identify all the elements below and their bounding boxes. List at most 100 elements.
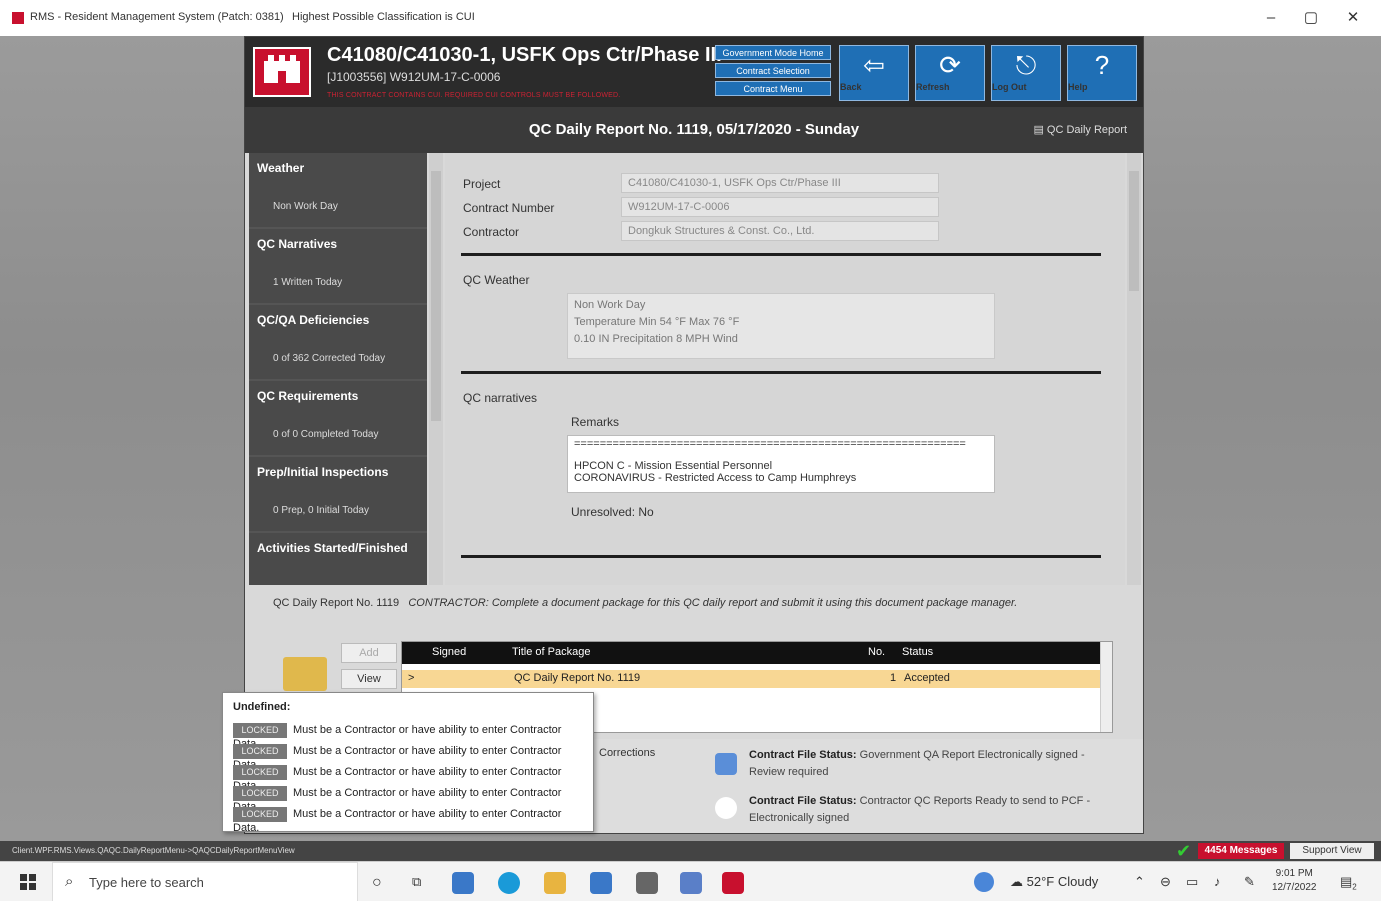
column-title: Title of Package — [512, 646, 591, 658]
mail-icon[interactable] — [452, 872, 474, 894]
cortana-icon[interactable]: ○ — [372, 874, 382, 892]
locked-row: LOCKED Must be a Contractor or have abili… — [233, 723, 589, 750]
messages-button[interactable]: 4454 Messages — [1198, 843, 1284, 859]
pen-icon[interactable]: ✎ — [1244, 874, 1255, 890]
project-label: Project — [463, 177, 501, 191]
sidebar-item-prep-initial-inspections[interactable]: Prep/Initial Inspections 0 Prep, 0 Initi… — [249, 457, 427, 533]
logout-icon: ⎋ — [1015, 50, 1037, 80]
contract-subtitle: [J1003556] W912UM-17-C-0006 — [327, 70, 501, 84]
search-placeholder: Type here to search — [89, 875, 204, 890]
add-button[interactable]: Add — [341, 643, 397, 663]
status-label: Contract File Status: — [749, 749, 857, 761]
cell-no: 1 — [890, 672, 897, 684]
view-button[interactable]: View — [341, 669, 397, 689]
document-stack-icon — [715, 753, 737, 775]
notification-icon[interactable]: ▤2 — [1340, 874, 1357, 892]
windows-start-icon[interactable] — [20, 874, 36, 890]
grid-scrollbar[interactable] — [1100, 642, 1112, 732]
rms-taskbar-icon[interactable] — [722, 872, 744, 894]
report-subheader: QC Daily Report No. 1119, 05/17/2020 - S… — [245, 107, 1143, 153]
column-status: Status — [902, 646, 934, 658]
help-button[interactable]: ? Help — [1067, 45, 1137, 101]
rms-app-icon — [12, 12, 24, 24]
sidebar-item-qc-requirements[interactable]: QC Requirements 0 of 0 Completed Today — [249, 381, 427, 457]
minimize-button[interactable]: – — [1256, 6, 1286, 30]
back-button[interactable]: ⇦ Back — [839, 45, 909, 101]
support-view-button[interactable]: Support View — [1290, 843, 1374, 859]
os-titlebar: RMS - Resident Management System (Patch:… — [0, 0, 1381, 36]
refresh-icon: ⟳ — [939, 50, 961, 80]
contract-selection-button[interactable]: Contract Selection — [715, 63, 831, 78]
sidebar-item-sub: 0 of 0 Completed Today — [273, 429, 379, 440]
task-view-icon[interactable]: ⧉ — [412, 874, 421, 890]
edge-icon[interactable] — [498, 872, 520, 894]
government-mode-home-button[interactable]: Government Mode Home — [715, 45, 831, 60]
locked-row: LOCKED Must be a Contractor or have abili… — [233, 744, 589, 771]
sidebar-item-title: Activities Started/Finished — [257, 541, 408, 555]
maximize-button[interactable]: ▢ — [1296, 6, 1326, 30]
notification-count: 2 — [1352, 882, 1357, 892]
contract-number-field[interactable]: W912UM-17-C-0006 — [621, 197, 939, 217]
project-field[interactable]: C41080/C41030-1, USFK Ops Ctr/Phase III — [621, 173, 939, 193]
sidebar-item-title: Weather — [257, 161, 305, 175]
sidebar-item-title: QC/QA Deficiencies — [257, 313, 370, 327]
sidebar-scrollbar[interactable] — [429, 153, 443, 585]
report-number-label: QC Daily Report No. 1119 — [273, 597, 400, 609]
corrections-link[interactable]: Corrections — [599, 747, 655, 759]
logout-button[interactable]: ⎋ Log Out — [991, 45, 1061, 101]
clock[interactable]: 9:01 PM 12/7/2022 — [1272, 867, 1317, 895]
sidebar-item-activities[interactable]: Activities Started/Finished — [249, 533, 427, 585]
sidebar-item-title: QC Narratives — [257, 237, 338, 251]
taskbar-search[interactable]: ⌕ Type here to search — [52, 862, 358, 901]
table-row[interactable]: > QC Daily Report No. 1119 1 Accepted — [402, 670, 1100, 688]
calculator-icon[interactable] — [590, 872, 612, 894]
section-divider — [461, 555, 1101, 558]
app-header: C41080/C41030-1, USFK Ops Ctr/Phase III … — [245, 37, 1143, 107]
sidebar-item-qc-qa-deficiencies[interactable]: QC/QA Deficiencies 0 of 362 Corrected To… — [249, 305, 427, 381]
sidebar-item-title: QC Requirements — [257, 389, 359, 403]
report-content: Project C41080/C41030-1, USFK Ops Ctr/Ph… — [445, 153, 1125, 585]
send-arrow-icon — [715, 797, 737, 819]
tooltip-title: Undefined: — [233, 701, 291, 713]
app-icon[interactable] — [636, 872, 658, 894]
sidebar-item-title: Prep/Initial Inspections — [257, 465, 389, 479]
weather-widget[interactable]: ☁ 52°F Cloudy — [1010, 874, 1098, 890]
help-tray-icon[interactable] — [974, 872, 994, 892]
clock-date: 12/7/2022 — [1272, 882, 1317, 893]
qc-daily-report-link-label: QC Daily Report — [1046, 124, 1127, 136]
logout-label: Log Out — [992, 82, 1027, 92]
volume-icon[interactable]: ♪ — [1214, 874, 1221, 889]
section-divider — [461, 253, 1101, 256]
file-explorer-icon[interactable] — [544, 872, 566, 894]
battery-icon[interactable]: ▭ — [1186, 874, 1198, 890]
sidebar-item-sub: 0 Prep, 0 Initial Today — [273, 505, 369, 516]
pin-app-icon[interactable] — [680, 872, 702, 894]
column-no: No. — [868, 646, 886, 658]
chevron-up-icon[interactable]: ⌃ — [1134, 874, 1145, 890]
contract-menu-button[interactable]: Contract Menu — [715, 81, 831, 96]
locked-badge: LOCKED — [233, 786, 287, 801]
classification-label: Highest Possible Classification is CUI — [292, 11, 475, 23]
sidebar-item-qc-narratives[interactable]: QC Narratives 1 Written Today — [249, 229, 427, 305]
weather-text: 52°F Cloudy — [1026, 874, 1099, 889]
network-icon[interactable]: ⊖ — [1160, 874, 1171, 890]
weather-summary-box: Non Work Day Temperature Min 54 °F Max 7… — [567, 293, 995, 359]
locked-tooltip: Undefined: LOCKED Must be a Contractor or… — [222, 692, 594, 834]
contractor-field[interactable]: Dongkuk Structures & Const. Co., Ltd. — [621, 221, 939, 241]
taskbar: ⌕ Type here to search ○ ⧉ ☁ 52°F Cloudy … — [0, 861, 1381, 901]
refresh-button[interactable]: ⟳ Refresh — [915, 45, 985, 101]
weather-line: Temperature Min 54 °F Max 76 °F — [574, 316, 740, 328]
qc-daily-report-link[interactable]: ▤ QC Daily Report — [1033, 123, 1127, 136]
remarks-line: CORONAVIRUS - Restricted Access to Camp … — [574, 472, 857, 484]
sidebar-item-weather[interactable]: Weather Non Work Day — [249, 153, 427, 229]
row-expander[interactable]: > — [408, 672, 414, 684]
content-scrollbar[interactable] — [1127, 153, 1141, 585]
close-window-button[interactable]: ✕ — [1338, 6, 1368, 30]
sidebar-item-sub: 0 of 362 Corrected Today — [273, 353, 386, 364]
remarks-textarea[interactable]: ========================================… — [567, 435, 995, 493]
locked-row: LOCKED Must be a Contractor or have abili… — [233, 807, 589, 834]
remarks-line: ========================================… — [574, 438, 966, 450]
instruction-text: CONTRACTOR: Complete a document package … — [408, 597, 1018, 609]
grid-header: Signed Title of Package No. Status — [402, 642, 1100, 664]
window-title: RMS - Resident Management System (Patch:… — [30, 11, 284, 23]
